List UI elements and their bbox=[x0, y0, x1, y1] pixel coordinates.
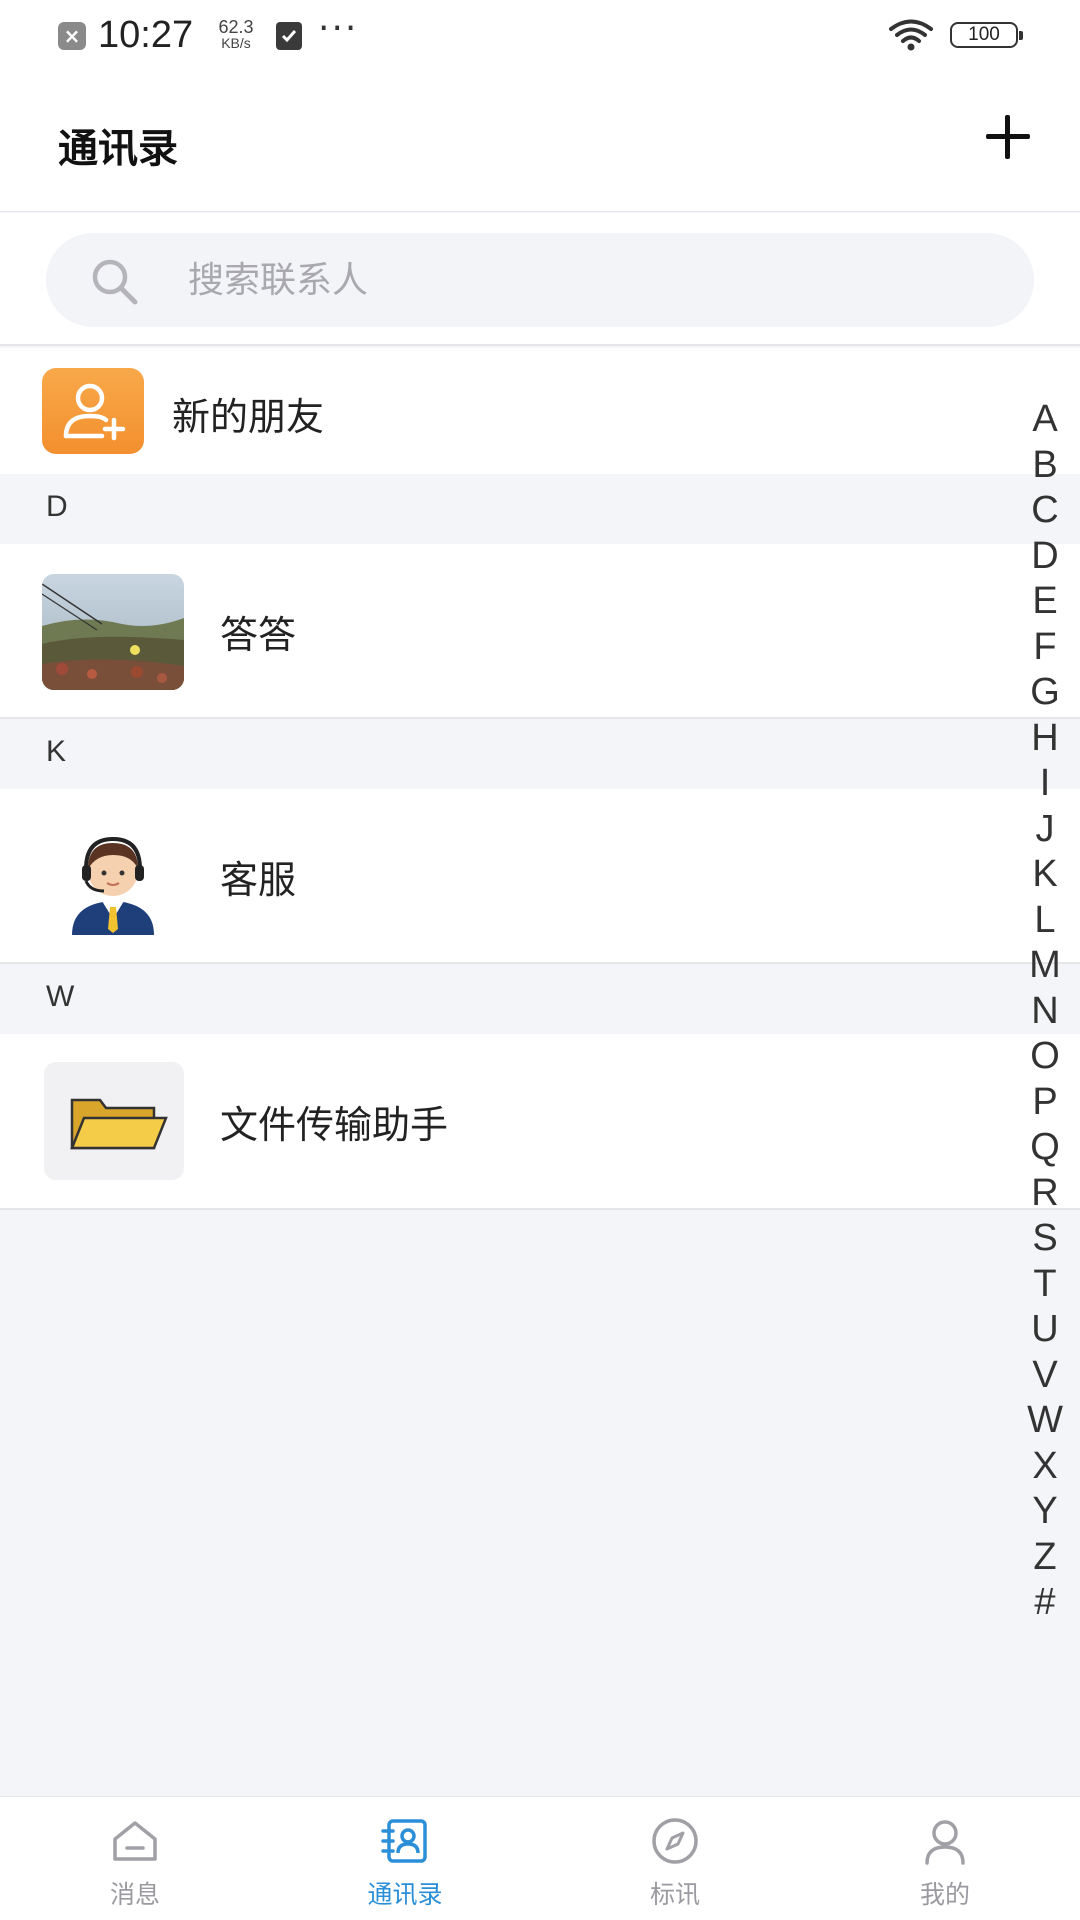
plus-icon[interactable] bbox=[980, 108, 1036, 164]
divider bbox=[0, 1208, 1080, 1210]
tab-label: 通讯录 bbox=[367, 1880, 443, 1909]
new-friends-label: 新的朋友 bbox=[172, 395, 325, 439]
alphabet-index-letter[interactable]: Z bbox=[1020, 1535, 1070, 1581]
alphabet-index-letter[interactable]: M bbox=[1020, 943, 1070, 989]
alphabet-index-letter[interactable]: B bbox=[1020, 443, 1070, 489]
message-icon bbox=[113, 1821, 157, 1861]
section-header-d: D bbox=[0, 474, 1080, 544]
alphabet-index-letter[interactable]: # bbox=[1020, 1580, 1070, 1626]
contact-row[interactable]: 客服 bbox=[0, 789, 1080, 963]
profile-icon bbox=[925, 1820, 965, 1865]
status-time: 10:27 bbox=[98, 14, 194, 56]
alphabet-index-letter[interactable]: Y bbox=[1020, 1489, 1070, 1535]
alphabet-index-letter[interactable]: D bbox=[1020, 534, 1070, 580]
alphabet-index-letter[interactable]: H bbox=[1020, 716, 1070, 762]
contact-name: 答答 bbox=[220, 613, 297, 657]
alphabet-index-letter[interactable]: K bbox=[1020, 852, 1070, 898]
tab-contacts[interactable]: 通讯录 bbox=[270, 1797, 540, 1920]
alphabet-index-letter[interactable]: F bbox=[1020, 625, 1070, 671]
wifi-icon bbox=[889, 19, 933, 51]
contacts-icon bbox=[381, 1819, 427, 1863]
alphabet-index-letter[interactable]: U bbox=[1020, 1307, 1070, 1353]
alphabet-index-letter[interactable]: I bbox=[1020, 761, 1070, 807]
alphabet-index-letter[interactable]: V bbox=[1020, 1353, 1070, 1399]
battery-icon: 100 bbox=[950, 22, 1023, 48]
section-letter: K bbox=[46, 735, 67, 768]
section-letter: D bbox=[46, 490, 68, 523]
alphabet-index-letter[interactable]: C bbox=[1020, 488, 1070, 534]
alphabet-index-letter[interactable]: R bbox=[1020, 1171, 1070, 1217]
tab-label: 消息 bbox=[109, 1880, 160, 1909]
tab-discover[interactable]: 标讯 bbox=[540, 1797, 810, 1920]
tab-messages[interactable]: 消息 bbox=[0, 1797, 270, 1920]
folder-icon bbox=[44, 1062, 184, 1180]
section-header-k: K bbox=[0, 719, 1080, 789]
alphabet-index-letter[interactable]: S bbox=[1020, 1216, 1070, 1262]
more-notifications-icon: ··· bbox=[318, 8, 359, 49]
app-header: 通讯录 bbox=[0, 70, 1080, 212]
alphabet-index-letter[interactable]: X bbox=[1020, 1444, 1070, 1490]
alphabet-index-letter[interactable]: O bbox=[1020, 1034, 1070, 1080]
alphabet-index-letter[interactable]: T bbox=[1020, 1262, 1070, 1308]
alphabet-index-letter[interactable]: L bbox=[1020, 898, 1070, 944]
search-box[interactable] bbox=[46, 233, 1034, 327]
search-icon bbox=[92, 259, 138, 305]
alphabet-index-letter[interactable]: W bbox=[1020, 1398, 1070, 1444]
search-input[interactable] bbox=[188, 251, 948, 309]
bottom-nav: 消息 通讯录 标讯 我的 bbox=[0, 1796, 1080, 1920]
task-check-icon bbox=[276, 22, 302, 50]
alphabet-index-letter[interactable]: N bbox=[1020, 989, 1070, 1035]
network-speed-unit: KB/s bbox=[221, 35, 251, 51]
add-user-icon bbox=[42, 368, 144, 454]
tab-label: 标讯 bbox=[649, 1880, 700, 1909]
alphabet-index-letter[interactable]: E bbox=[1020, 579, 1070, 625]
alphabet-index-letter[interactable]: G bbox=[1020, 670, 1070, 716]
search-bar bbox=[0, 213, 1080, 346]
contact-avatar-photo bbox=[42, 574, 184, 690]
notification-close-icon: × bbox=[58, 22, 86, 50]
new-friends-row[interactable]: 新的朋友 bbox=[0, 348, 1080, 474]
tab-profile[interactable]: 我的 bbox=[810, 1797, 1080, 1920]
contact-name: 文件传输助手 bbox=[220, 1103, 449, 1147]
page-title: 通讯录 bbox=[58, 126, 178, 172]
network-speed: 62.3 KB/s bbox=[210, 18, 262, 50]
alphabet-index[interactable]: A B C D E F G H I J K L M N O P Q R S T U V W X Y Z # bbox=[1020, 397, 1070, 1626]
status-bar: × 10:27 62.3 KB/s ··· 100 bbox=[0, 0, 1080, 70]
customer-service-avatar bbox=[42, 819, 184, 935]
network-speed-value: 62.3 bbox=[218, 17, 254, 37]
alphabet-index-letter[interactable]: Q bbox=[1020, 1125, 1070, 1171]
section-header-w: W bbox=[0, 964, 1080, 1034]
compass-icon bbox=[652, 1818, 698, 1864]
contact-name: 客服 bbox=[220, 858, 297, 902]
alphabet-index-letter[interactable]: A bbox=[1020, 397, 1070, 443]
tab-label: 我的 bbox=[919, 1880, 970, 1909]
contact-row[interactable]: 答答 bbox=[0, 544, 1080, 718]
alphabet-index-letter[interactable]: P bbox=[1020, 1080, 1070, 1126]
section-letter: W bbox=[46, 980, 75, 1013]
alphabet-index-letter[interactable]: J bbox=[1020, 807, 1070, 853]
contact-row[interactable]: 文件传输助手 bbox=[0, 1034, 1080, 1208]
